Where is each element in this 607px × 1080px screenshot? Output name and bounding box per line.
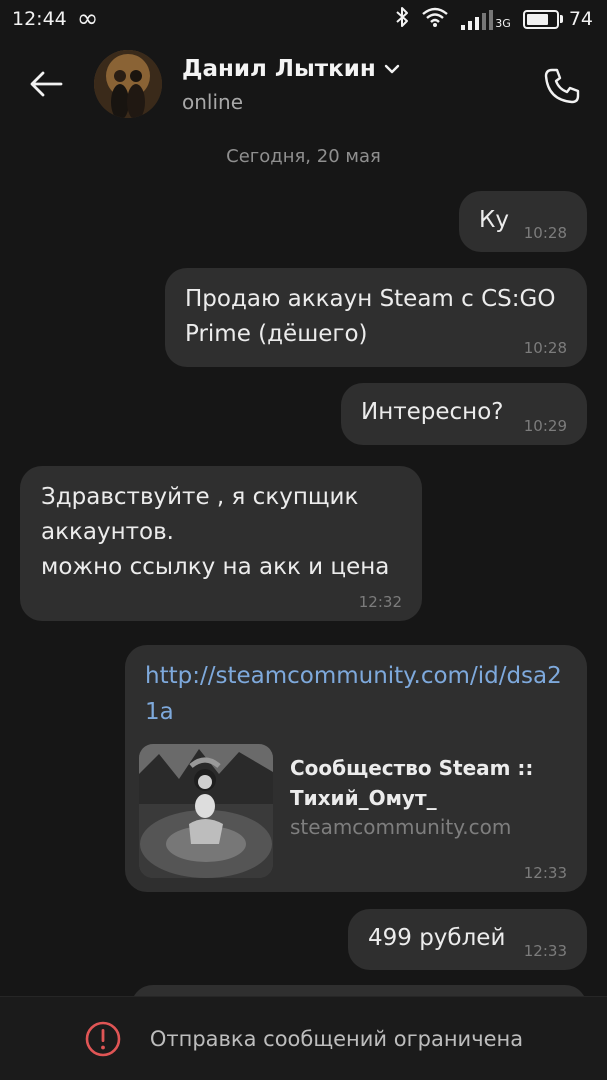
- battery-fill: [526, 13, 548, 25]
- chevron-down-icon: [384, 64, 399, 74]
- link-preview-title[interactable]: Сообщество Steam :: Тихий_Омут_: [290, 753, 570, 813]
- contact-status: online: [182, 90, 244, 114]
- message-time: 12:33: [523, 942, 567, 960]
- network-type: 3G: [495, 17, 511, 30]
- warning-circle-icon: [85, 1021, 121, 1056]
- message-text: Ку: [479, 207, 509, 233]
- message-time: 12:33: [523, 864, 567, 882]
- bluetooth-icon: [395, 6, 409, 33]
- contact-name-button[interactable]: Данил Лыткин: [182, 56, 400, 82]
- message-bubble-outgoing[interactable]: Интересно? 10:29: [341, 383, 587, 445]
- message-time: 10:28: [523, 224, 567, 242]
- message-link[interactable]: http://steamcommunity.com/id/dsa21a: [145, 658, 565, 730]
- battery-icon: [522, 9, 563, 29]
- phone-icon: [544, 68, 580, 104]
- status-bar: 12:44 ∞ 3G 74: [0, 0, 607, 38]
- status-time: 12:44: [12, 8, 67, 30]
- message-bubble-outgoing[interactable]: 499 рублей 12:33: [348, 909, 587, 970]
- back-button[interactable]: [26, 66, 66, 102]
- back-arrow-icon: [30, 71, 63, 97]
- message-time: 10:29: [523, 417, 567, 435]
- message-bubble-link[interactable]: http://steamcommunity.com/id/dsa21a Сооб…: [125, 645, 587, 892]
- link-preview-domain: steamcommunity.com: [290, 815, 512, 839]
- message-text: 499 рублей: [368, 925, 506, 951]
- message-bubble-incoming[interactable]: Здравствуйте , я скупщик аккаунтов. можн…: [20, 466, 422, 621]
- message-time: 12:32: [358, 593, 402, 611]
- infinity-icon: ∞: [76, 4, 99, 34]
- signal-icon: 3G: [461, 8, 511, 30]
- messaging-restricted-bar: Отправка сообщений ограничена: [0, 996, 607, 1080]
- battery-level: 74: [568, 8, 593, 30]
- restriction-text: Отправка сообщений ограничена: [149, 1026, 524, 1051]
- avatar[interactable]: [94, 50, 162, 118]
- call-button[interactable]: [540, 64, 584, 108]
- wifi-icon: [421, 6, 449, 33]
- link-preview-image[interactable]: [139, 744, 273, 878]
- message-text: Здравствуйте , я скупщик аккаунтов. можн…: [41, 484, 390, 580]
- message-bubble-outgoing[interactable]: Ку 10:28: [459, 191, 587, 252]
- message-text: Интересно?: [361, 399, 504, 425]
- chat-header: Данил Лыткин online: [0, 38, 607, 130]
- date-separator: Сегодня, 20 мая: [226, 146, 381, 167]
- message-text: Продаю аккаун Steam с CS:GO Prime (дёшег…: [185, 286, 556, 347]
- message-bubble-outgoing[interactable]: Продаю аккаун Steam с CS:GO Prime (дёшег…: [165, 268, 587, 367]
- message-time: 10:28: [523, 339, 567, 357]
- contact-name: Данил Лыткин: [182, 56, 376, 82]
